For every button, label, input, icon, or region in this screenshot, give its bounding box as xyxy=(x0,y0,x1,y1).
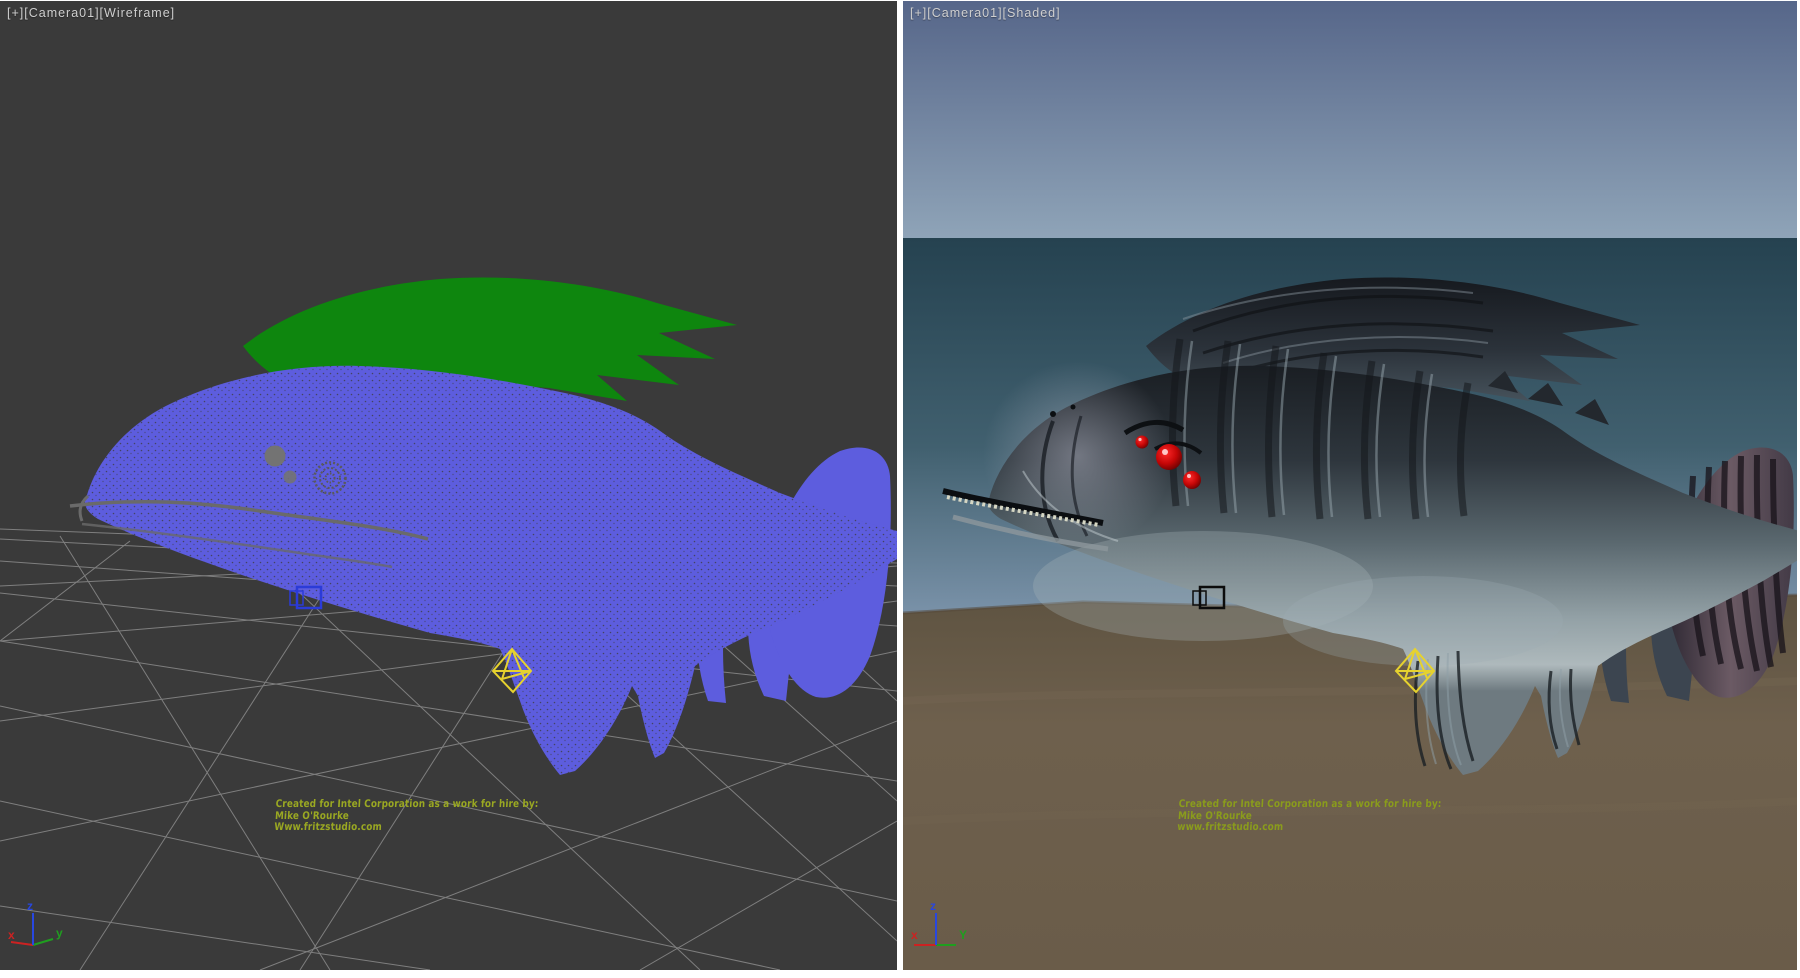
credit-line: Created for Intel Corporation as a work … xyxy=(1178,799,1442,811)
credit-line: Created for Intel Corporation as a work … xyxy=(275,799,539,811)
fish-model-wireframe[interactable] xyxy=(70,277,897,775)
sky-background xyxy=(903,1,1797,239)
viewport-right-shaded[interactable]: x Y z [+][Camera01][Shaded] Created for … xyxy=(903,1,1797,970)
axis-x-label: x xyxy=(911,928,918,942)
credit-line: www.fritzstudio.com xyxy=(1177,822,1441,834)
credit-text: Created for Intel Corporation as a work … xyxy=(274,799,539,834)
axis-y-label: y xyxy=(56,926,63,940)
axis-x-label: x xyxy=(8,928,15,942)
viewport-label[interactable]: [+][Camera01][Wireframe] xyxy=(7,6,175,20)
viewport-label[interactable]: [+][Camera01][Shaded] xyxy=(910,6,1061,20)
credit-text: Created for Intel Corporation as a work … xyxy=(1177,799,1442,834)
axis-y-label: Y xyxy=(959,928,967,942)
credit-line: Www.fritzstudio.com xyxy=(274,822,538,834)
viewport-canvas-area: x y z [+][Camera01][Wireframe] Created f… xyxy=(0,0,1800,978)
world-axis-gizmo: x y z xyxy=(8,899,63,945)
viewport-left-wireframe[interactable]: x y z [+][Camera01][Wireframe] Created f… xyxy=(0,1,897,970)
axis-z-label: z xyxy=(930,899,936,913)
axis-z-label: z xyxy=(27,899,33,913)
